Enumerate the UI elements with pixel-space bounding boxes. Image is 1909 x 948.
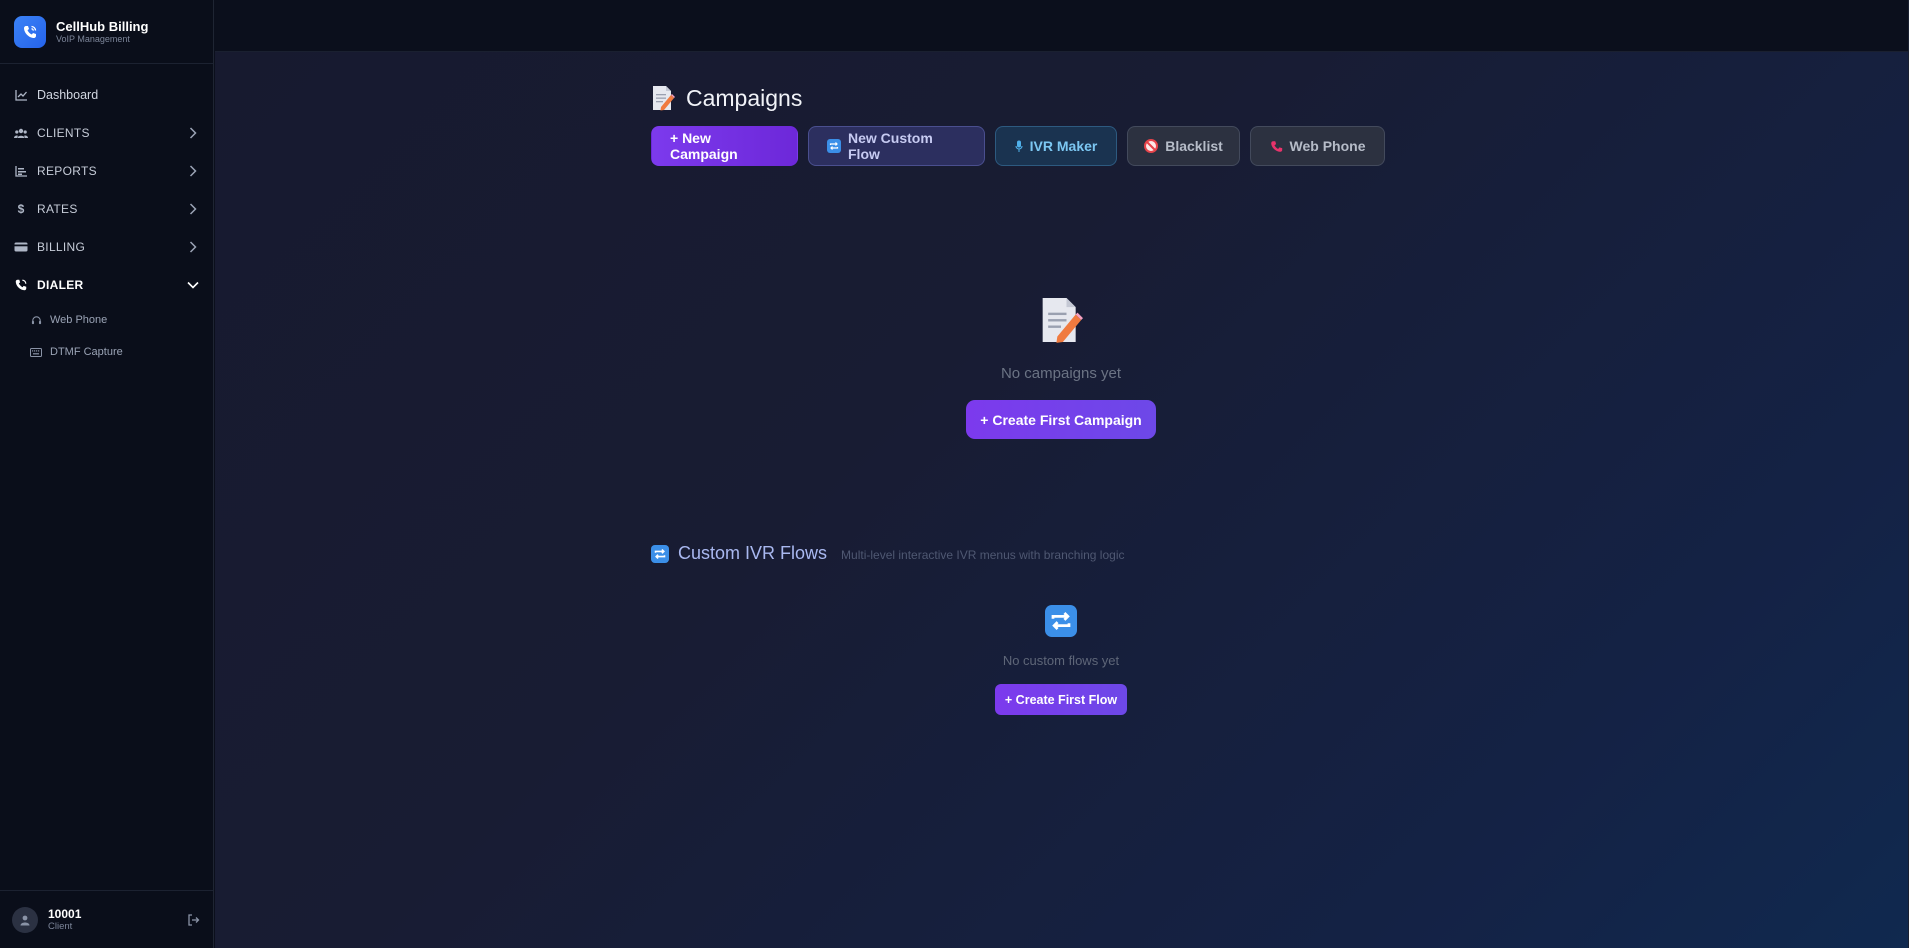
sidebar-item-billing[interactable]: BILLING [0, 228, 213, 266]
sidebar-item-label: CLIENTS [37, 126, 90, 140]
credit-card-icon [14, 240, 28, 254]
chevron-right-icon [187, 203, 199, 215]
main-content: Campaigns + New Campaign New Custom Flow… [215, 52, 1909, 948]
sidebar-item-label: RATES [37, 202, 78, 216]
bar-chart-icon [14, 164, 28, 178]
brand-subtitle: VoIP Management [56, 33, 130, 44]
campaigns-empty-text: No campaigns yet [1000, 365, 1122, 382]
sidebar-subitem-label: DTMF Capture [50, 346, 123, 358]
sidebar-nav: Dashboard CLIENTS REPORTS $ RATES BILLIN [0, 64, 213, 890]
create-first-campaign-button[interactable]: + Create First Campaign [966, 400, 1156, 439]
sidebar: CellHub Billing VoIP Management Dashboar… [0, 0, 214, 948]
custom-ivr-flows-header: Custom IVR Flows Multi-level interactive… [651, 543, 1124, 564]
user-id: 10001 [48, 906, 82, 921]
sidebar-subitem-label: Web Phone [50, 314, 108, 326]
keyboard-icon [30, 346, 42, 358]
sidebar-item-dialer[interactable]: DIALER [0, 266, 213, 304]
phone-volume-icon [14, 278, 28, 292]
sidebar-item-clients[interactable]: CLIENTS [0, 114, 213, 152]
chevron-down-icon [187, 279, 199, 291]
content-body: No campaigns yet + Create First Campaign… [651, 80, 1411, 880]
users-icon [14, 126, 28, 140]
repeat-icon [651, 544, 669, 563]
chevron-right-icon [187, 241, 199, 253]
sidebar-item-dashboard[interactable]: Dashboard [0, 76, 213, 114]
user-box: 10001 Client [0, 890, 213, 948]
custom-ivr-flows-description: Multi-level interactive IVR menus with b… [841, 547, 1125, 562]
phone-logo-icon [14, 15, 46, 48]
user-role: Client [48, 920, 73, 932]
memo-icon [1039, 295, 1083, 345]
sidebar-item-label: Dashboard [37, 88, 99, 102]
chevron-right-icon [187, 127, 199, 139]
create-first-flow-button[interactable]: + Create First Flow [995, 684, 1127, 715]
sidebar-item-label: DIALER [37, 278, 84, 292]
dollar-icon: $ [17, 202, 25, 216]
brand-name: CellHub Billing [56, 18, 149, 34]
brand[interactable]: CellHub Billing VoIP Management [0, 0, 213, 64]
custom-flows-empty-text: No custom flows yet [1002, 653, 1120, 668]
top-bar [215, 0, 1909, 52]
headset-icon [30, 314, 42, 326]
sidebar-item-label: BILLING [37, 240, 86, 254]
sidebar-subitem-web-phone[interactable]: Web Phone [0, 304, 213, 336]
chart-line-icon [14, 88, 28, 102]
avatar[interactable] [12, 906, 38, 933]
sidebar-item-reports[interactable]: REPORTS [0, 152, 213, 190]
sidebar-item-rates[interactable]: $ RATES [0, 190, 213, 228]
custom-flows-empty-state: No custom flows yet + Create First Flow [651, 605, 1471, 715]
sidebar-subitem-dtmf-capture[interactable]: DTMF Capture [0, 336, 213, 368]
repeat-icon [1045, 605, 1077, 637]
logout-icon[interactable] [185, 912, 201, 928]
campaigns-empty-state: No campaigns yet + Create First Campaign [651, 295, 1471, 439]
chevron-right-icon [187, 165, 199, 177]
custom-ivr-flows-title: Custom IVR Flows [678, 543, 828, 563]
sidebar-item-label: REPORTS [37, 164, 97, 178]
